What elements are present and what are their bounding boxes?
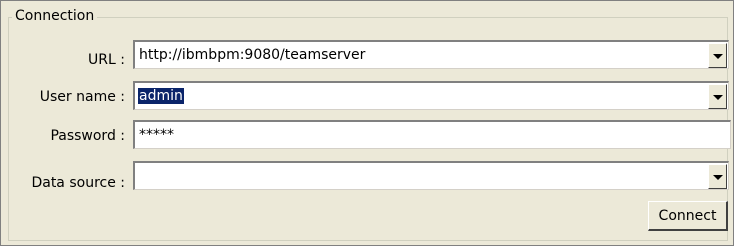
url-value: http://ibmbpm:9080/teamserver [139, 47, 366, 63]
username-value: admin [138, 88, 184, 104]
datasource-dropdown-button[interactable] [708, 164, 727, 189]
url-combobox[interactable]: http://ibmbpm:9080/teamserver [133, 40, 729, 69]
chevron-down-icon [713, 95, 723, 100]
datasource-combobox[interactable] [133, 161, 729, 190]
username-dropdown-button[interactable] [708, 84, 727, 109]
username-combobox[interactable]: admin [133, 81, 729, 110]
password-label: Password : [50, 128, 125, 144]
password-field[interactable]: ***** [133, 120, 731, 149]
chevron-down-icon [713, 54, 723, 59]
chevron-down-icon [713, 175, 723, 180]
username-label: User name : [39, 89, 125, 105]
url-label: URL : [88, 52, 125, 68]
datasource-label: Data source : [31, 175, 125, 191]
connect-button[interactable]: Connect [648, 201, 728, 231]
url-dropdown-button[interactable] [708, 43, 727, 68]
password-value: ***** [139, 127, 174, 143]
connection-legend: Connection [12, 6, 98, 26]
